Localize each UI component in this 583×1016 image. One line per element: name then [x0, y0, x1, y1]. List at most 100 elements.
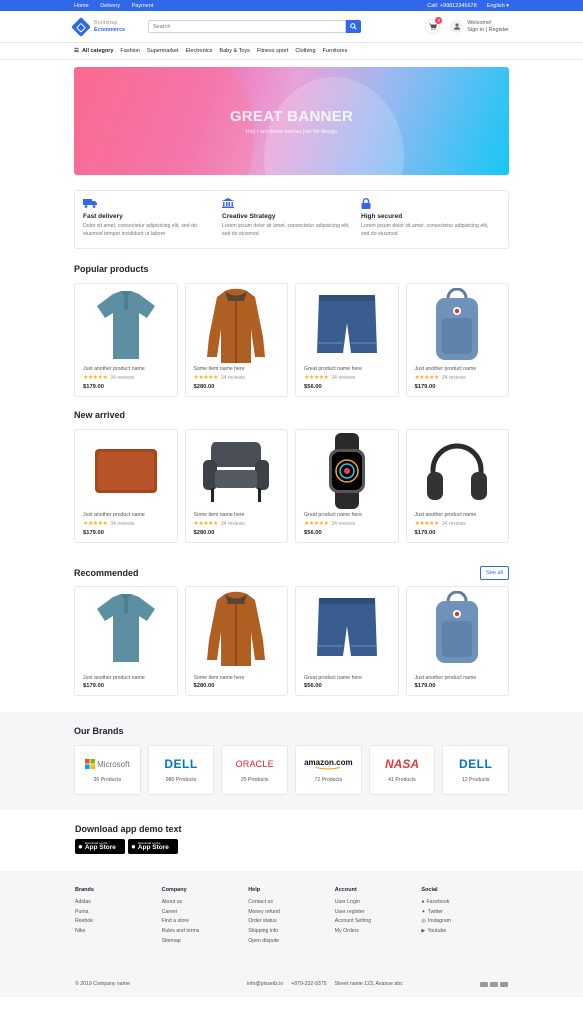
product-price: $179.00 — [414, 384, 436, 390]
hero-banner[interactable]: GREAT BANNER Hey I am demo banner just f… — [74, 67, 509, 175]
section-title: Recommended — [74, 568, 139, 578]
footer-link[interactable]: Contact us — [248, 899, 335, 905]
cart-button[interactable]: 0 — [425, 17, 443, 34]
feature-fast-delivery: Fast delivery Dolor sit amet, consectetu… — [83, 198, 222, 241]
product-card[interactable]: Just another product name $179.00 — [74, 586, 178, 696]
footer-link[interactable]: My Orders — [335, 928, 422, 934]
product-image-jacket — [186, 587, 288, 669]
footer-email[interactable]: info@pixsellz.io — [247, 981, 283, 987]
app-store-button-2[interactable]: ● Download on the App Store — [128, 839, 178, 854]
all-category-button[interactable]: ☰ All category — [74, 48, 113, 54]
recommended-section-header: Recommended See all — [74, 566, 509, 580]
footer-col-title: Help — [248, 887, 261, 893]
brand-card-microsoft[interactable]: Microsoft 36 Products — [74, 745, 141, 795]
footer-link[interactable]: Money refund — [248, 909, 335, 915]
footer-link[interactable]: User register — [335, 909, 422, 915]
nav-item-fitness-sport[interactable]: Fitness sport — [257, 48, 288, 54]
footer-link[interactable]: About us — [162, 899, 249, 905]
microsoft-logo: Microsoft — [85, 757, 130, 771]
review-count: 34 reviews — [110, 520, 135, 527]
facebook-link[interactable]: ● Facebook — [421, 899, 508, 905]
brand-card-oracle[interactable]: ORACLE 25 Products — [221, 745, 289, 795]
nav-item-supermarket[interactable]: Supermarket — [147, 48, 179, 54]
nav-item-electronics[interactable]: Electronics — [186, 48, 213, 54]
bank-icon — [222, 198, 234, 208]
section-title: New arrived — [74, 410, 126, 420]
footer-link[interactable]: Puma — [75, 909, 162, 915]
brand-card-dell-2[interactable]: DELL 12 Products — [442, 745, 510, 795]
footer-link[interactable]: Shipping info — [248, 928, 335, 934]
product-image-polo-shirt — [75, 587, 177, 669]
header: Bootstrap Ecommerce 0 Welcome! Sign in |… — [0, 11, 583, 43]
footer: Brands Adidas Puma Reebok Nike Company A… — [0, 871, 583, 997]
see-all-button[interactable]: See all — [480, 566, 509, 580]
footer-link[interactable]: Account Setting — [335, 918, 422, 924]
product-name: Some item name here — [193, 512, 245, 518]
footer-link-label: Instagram — [427, 918, 451, 925]
brand-name: DELL — [164, 757, 198, 771]
footer-link[interactable]: Reebok — [75, 918, 162, 924]
search-input[interactable] — [148, 20, 346, 33]
top-phone[interactable]: Call: +99812345678 — [427, 3, 476, 9]
twitter-link[interactable]: ✦ Twitter — [421, 909, 508, 915]
rating-stars: ★★★★★ — [193, 521, 219, 527]
feature-title: Fast delivery — [83, 213, 123, 220]
instagram-link[interactable]: ◎ Instagram — [421, 918, 508, 924]
product-name: Just another product name — [83, 366, 145, 372]
youtube-link[interactable]: ▶ Youtube — [421, 928, 508, 934]
product-card[interactable]: Great product name here ★★★★★ 34 reviews … — [295, 429, 399, 543]
footer-link[interactable]: Order status — [248, 918, 335, 924]
product-card[interactable]: Just another product name $179.00 — [405, 586, 509, 696]
product-card[interactable]: Just another product name ★★★★★ 34 review… — [405, 283, 509, 397]
product-card[interactable]: Great product name here ★★★★★ 34 reviews … — [295, 283, 399, 397]
logo[interactable]: Bootstrap Ecommerce — [71, 16, 148, 37]
footer-link[interactable]: Adidas — [75, 899, 162, 905]
product-card[interactable]: Some item name here ★★★★★ 34 reviews $280… — [184, 283, 288, 397]
top-link-delivery[interactable]: Delivery — [100, 3, 120, 9]
footer-link[interactable]: Career — [162, 909, 249, 915]
footer-phone[interactable]: +879-332-9375 — [291, 981, 326, 987]
truck-icon — [83, 199, 97, 208]
footer-col-social: Social ● Facebook ✦ Twitter ◎ Instagram ▶ Yo… — [421, 887, 508, 947]
product-card[interactable]: Great product name here $56.00 — [295, 586, 399, 696]
signin-link[interactable]: Sign in | Register — [467, 27, 509, 34]
search-button[interactable] — [346, 20, 361, 33]
top-link-payment[interactable]: Payment — [132, 3, 154, 9]
payment-cards — [479, 981, 508, 987]
app-store-button[interactable]: ● Download on the App Store — [75, 839, 125, 854]
footer-link[interactable]: Rules and terms — [162, 928, 249, 934]
footer-link[interactable]: Sitemap — [162, 938, 249, 944]
nav-item-furnitures[interactable]: Furnitures — [323, 48, 348, 54]
user-avatar — [450, 20, 464, 33]
brand-name: amazon.com — [304, 758, 353, 767]
nav-item-fashion[interactable]: Fashion — [120, 48, 140, 54]
user-menu[interactable]: Welcome! Sign in | Register — [450, 20, 509, 34]
product-name: Just another product name — [83, 675, 145, 681]
brand-card-nasa[interactable]: NASA 41 Products — [368, 745, 436, 795]
language-select[interactable]: English ▾ — [487, 3, 509, 9]
product-card[interactable]: Just another product name ★★★★★ 34 review… — [74, 429, 178, 543]
review-count: 34 reviews — [110, 374, 135, 381]
footer-col-title: Company — [161, 887, 187, 893]
nav-item-clothing[interactable]: Clothing — [295, 48, 315, 54]
footer-link[interactable]: User Login — [335, 899, 422, 905]
footer-col-help: Help Contact us Money refund Order statu… — [248, 887, 335, 947]
footer-link[interactable]: Find a store — [162, 918, 249, 924]
footer-link[interactable]: Open dispute — [248, 938, 335, 944]
footer-col-account: Account User Login User register Account… — [335, 887, 422, 947]
footer-link[interactable]: Nike — [75, 928, 162, 934]
brand-card-dell[interactable]: DELL 980 Products — [147, 745, 215, 795]
rating-stars: ★★★★★ — [304, 375, 329, 381]
footer-col-title: Social — [421, 887, 438, 893]
product-card[interactable]: Some item name here ★★★★★ 34 reviews $280… — [184, 429, 288, 543]
brand-card-amazon[interactable]: amazon.com 72 Products — [295, 745, 362, 795]
product-name: Some item name here — [193, 366, 245, 372]
product-card[interactable]: Just another product name ★★★★★ 34 review… — [74, 283, 178, 397]
top-link-home[interactable]: Home — [74, 3, 89, 9]
nav-item-baby-toys[interactable]: Baby & Toys — [219, 48, 249, 54]
product-card[interactable]: Some item name here $280.00 — [184, 586, 288, 696]
banner-subtitle: Hey I am demo banner just for design — [245, 128, 338, 135]
product-card[interactable]: Just another product name ★★★★★ 34 review… — [405, 429, 509, 543]
instagram-icon: ◎ — [421, 918, 426, 925]
nasa-logo: NASA — [385, 757, 419, 771]
